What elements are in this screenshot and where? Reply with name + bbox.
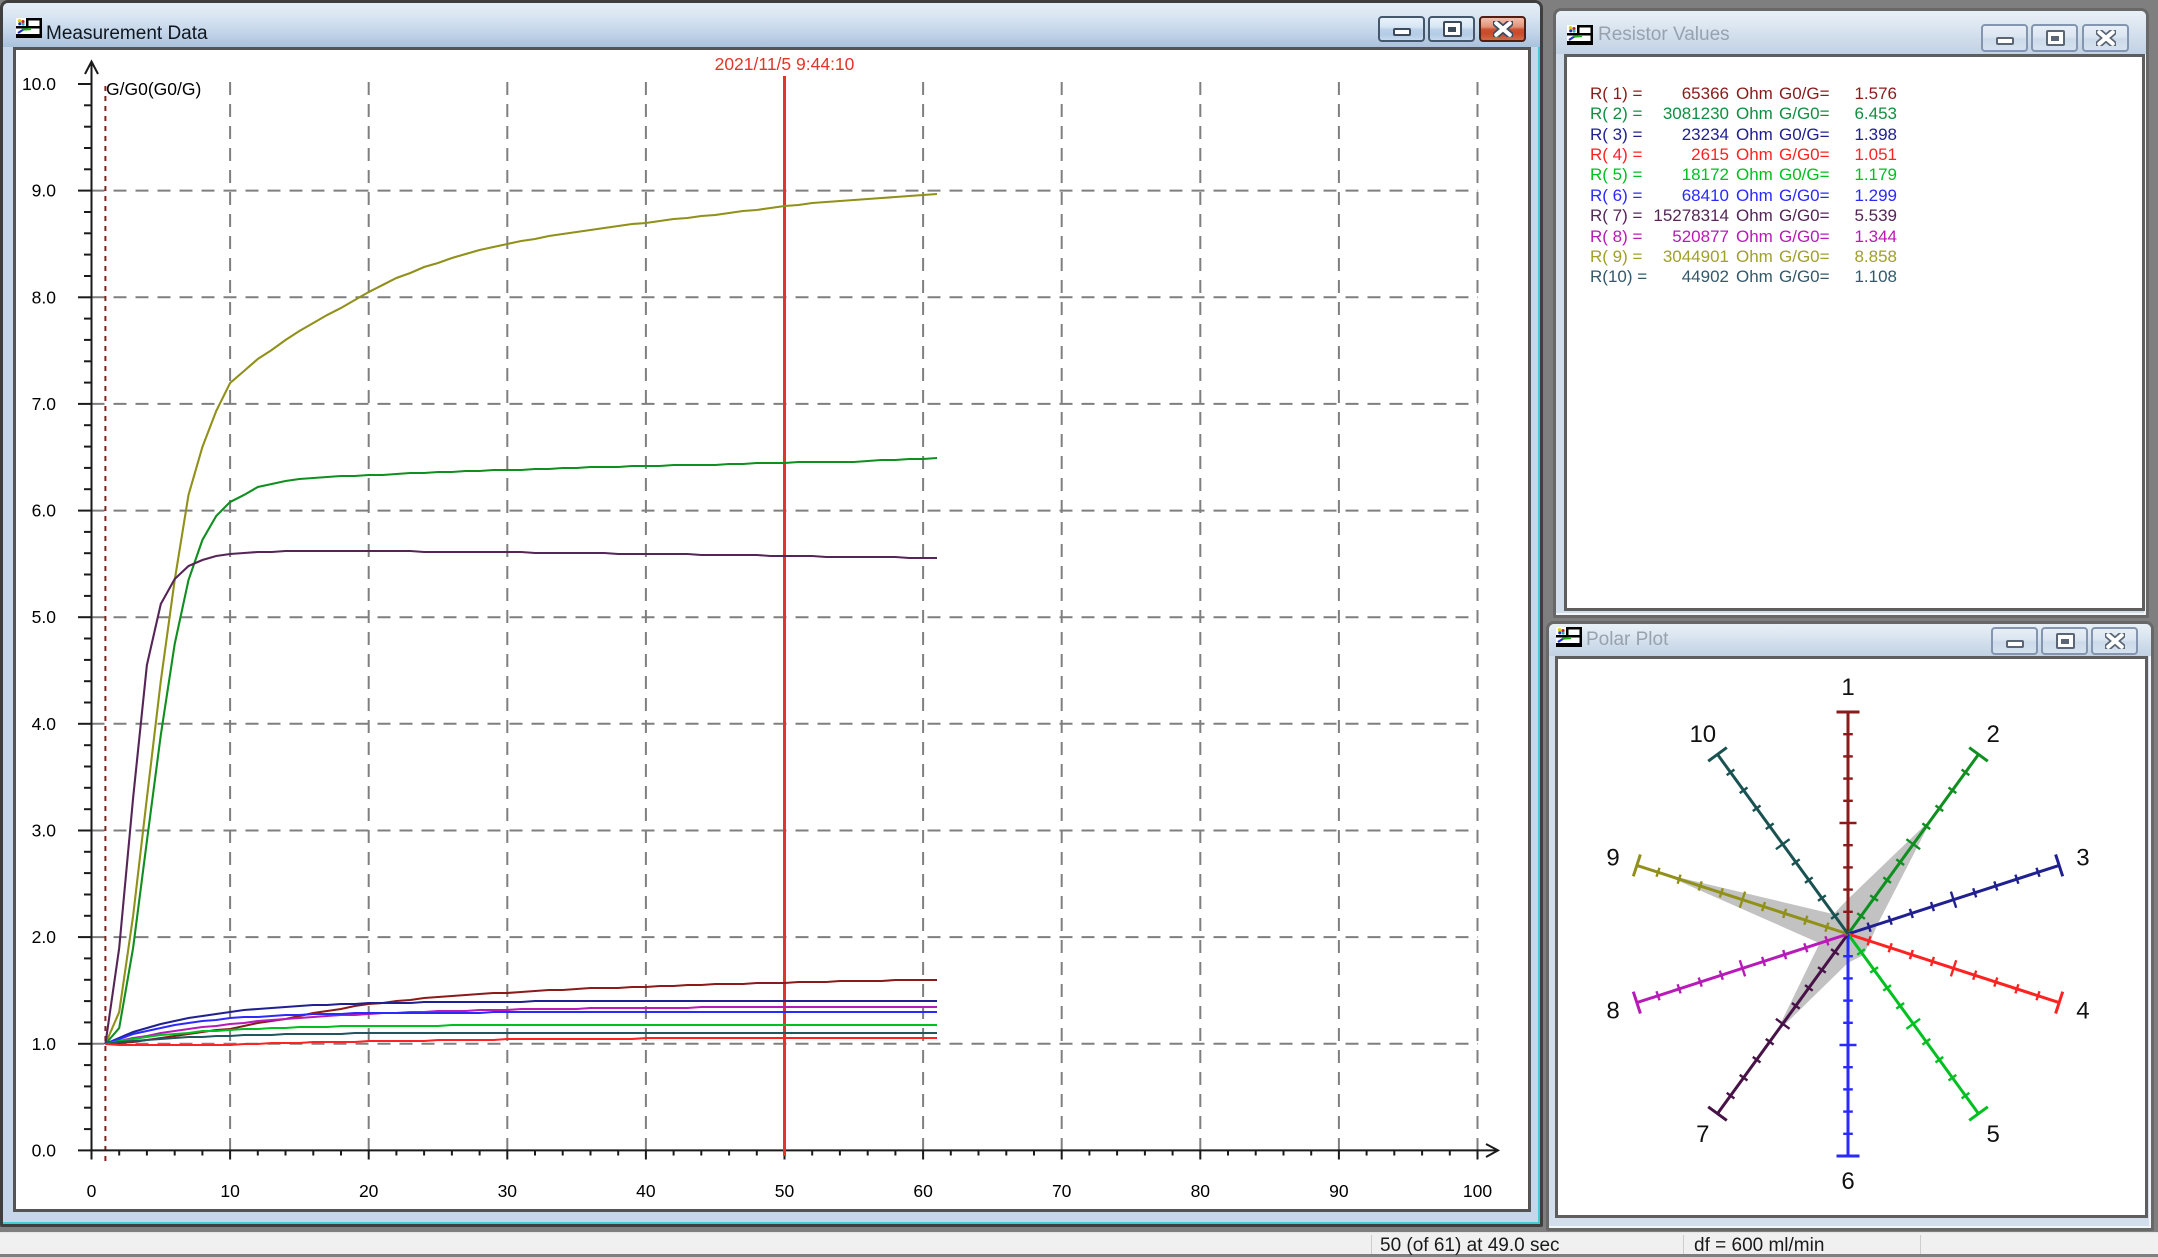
svg-text:100: 100 [1463,1181,1492,1201]
svg-text:2021/11/5 9:44:10: 2021/11/5 9:44:10 [715,54,855,74]
svg-text:10: 10 [220,1181,240,1201]
svg-text:8.0: 8.0 [32,287,57,307]
svg-text:9: 9 [1606,845,1619,872]
svg-text:0: 0 [87,1181,97,1201]
svg-text:20: 20 [359,1181,379,1201]
svg-text:50: 50 [775,1181,795,1201]
svg-text:80: 80 [1191,1181,1211,1201]
svg-text:6: 6 [1841,1168,1854,1195]
svg-text:2.0: 2.0 [32,927,57,947]
svg-text:1: 1 [1841,674,1854,701]
svg-text:0.0: 0.0 [32,1140,57,1160]
svg-text:4: 4 [2076,997,2089,1024]
svg-text:6.0: 6.0 [32,501,57,521]
svg-text:1.0: 1.0 [32,1034,57,1054]
svg-text:3.0: 3.0 [32,821,57,841]
svg-text:4.0: 4.0 [32,714,57,734]
svg-text:2: 2 [1987,721,2000,748]
svg-text:10.0: 10.0 [22,74,56,94]
svg-text:60: 60 [913,1181,933,1201]
svg-text:40: 40 [636,1181,656,1201]
svg-text:70: 70 [1052,1181,1072,1201]
svg-text:7.0: 7.0 [32,394,57,414]
svg-text:8: 8 [1606,997,1619,1024]
svg-text:10: 10 [1689,721,1716,748]
svg-text:90: 90 [1329,1181,1349,1201]
svg-text:G/G0(G0/G): G/G0(G0/G) [106,79,201,99]
svg-text:30: 30 [498,1181,518,1201]
svg-text:3: 3 [2076,845,2089,872]
svg-text:9.0: 9.0 [32,181,57,201]
svg-text:7: 7 [1696,1121,1709,1148]
svg-text:5.0: 5.0 [32,607,57,627]
svg-text:5: 5 [1987,1121,2000,1148]
